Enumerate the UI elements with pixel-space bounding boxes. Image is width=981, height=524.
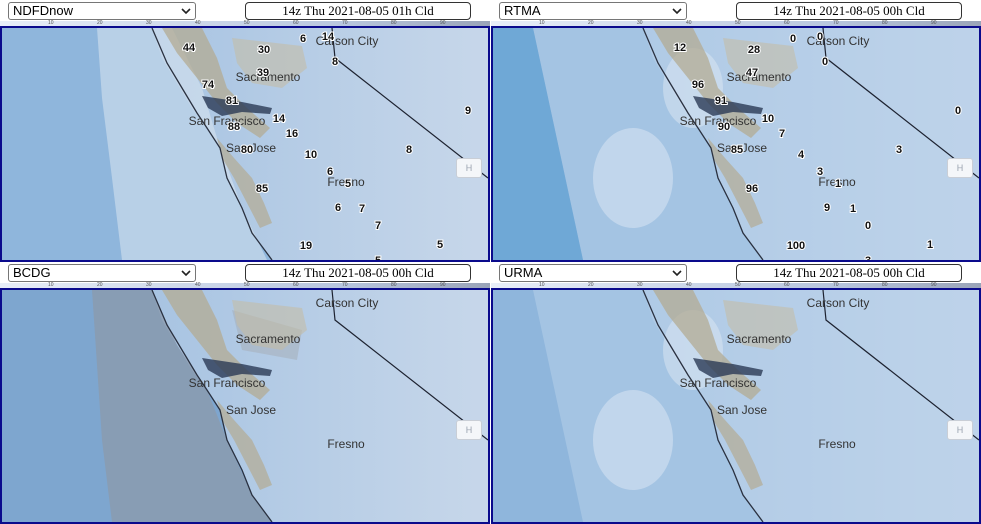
cloud-value-label: 16 xyxy=(286,128,298,140)
map-view[interactable]: Carson City Sacramento San Francisco San Jo… xyxy=(0,288,490,524)
map-view[interactable]: Carson City Sacramento San Francisco San Jo… xyxy=(491,26,981,262)
cloud-value-label: 88 xyxy=(228,121,240,133)
cloud-value-label: 96 xyxy=(746,183,758,195)
product-select[interactable]: BCDG xyxy=(8,264,196,282)
product-select[interactable]: URMA xyxy=(499,264,687,282)
cloud-value-label: 6 xyxy=(335,202,341,214)
valid-time-label: 14z Thu 2021-08-05 00h Cld xyxy=(736,2,962,20)
cloud-value-label: 100 xyxy=(787,240,805,252)
city-label: San Jose xyxy=(226,403,276,417)
city-label: San Jose xyxy=(717,403,767,417)
cloud-value-label: 6 xyxy=(300,33,306,45)
map-panel-rtma: RTMA 14z Thu 2021-08-05 00h Cld 10 20 30 40 50… xyxy=(491,0,981,262)
cloud-value-label: 7 xyxy=(375,220,381,232)
product-select-value: BCDG xyxy=(13,265,51,280)
chevron-down-icon xyxy=(181,8,191,15)
cloud-patch xyxy=(593,390,673,490)
product-select-value: URMA xyxy=(504,265,543,280)
cloud-value-label: 5 xyxy=(345,178,351,190)
cloud-value-label: 96 xyxy=(692,79,704,91)
cloud-value-label: 6 xyxy=(327,166,333,178)
cloud-value-label: 0 xyxy=(817,31,823,43)
cloud-value-label: 0 xyxy=(865,220,871,232)
panel-header: NDFDnow 14z Thu 2021-08-05 01h Cld xyxy=(0,0,490,22)
map-panel-ndfdnow: NDFDnow 14z Thu 2021-08-05 01h Cld 10 20 30 4… xyxy=(0,0,490,262)
map-canvas: Carson CitySacramentoSan FranciscoSan Jo… xyxy=(493,28,979,260)
map-canvas: Carson City Sacramento San Francisco San Jo… xyxy=(493,290,979,522)
cloud-value-label: 90 xyxy=(718,121,730,133)
valid-time-label: 14z Thu 2021-08-05 00h Cld xyxy=(245,264,471,282)
cloud-value-label: 80 xyxy=(241,144,253,156)
valid-time-label: 14z Thu 2021-08-05 01h Cld xyxy=(245,2,471,20)
city-label: Carson City xyxy=(316,296,379,310)
cloud-value-label: 14 xyxy=(322,31,335,43)
cloud-value-label: 14 xyxy=(273,113,286,125)
cloud-value-label: 9 xyxy=(824,202,830,214)
cloud-value-label: 44 xyxy=(183,42,196,54)
panel-header: URMA 14z Thu 2021-08-05 00h Cld xyxy=(491,262,981,284)
product-select[interactable]: RTMA xyxy=(499,2,687,20)
h-button[interactable]: H xyxy=(947,158,973,178)
cloud-value-label: 7 xyxy=(359,203,365,215)
map-panel-bcdg: BCDG 14z Thu 2021-08-05 00h Cld 10 20 30 40 50… xyxy=(0,262,490,524)
city-label: Fresno xyxy=(327,437,365,451)
cloud-value-label: 1 xyxy=(835,178,841,190)
cloud-value-label: 10 xyxy=(305,149,317,161)
product-select[interactable]: NDFDnow xyxy=(8,2,196,20)
cloud-patch xyxy=(593,128,673,228)
cloud-value-label: 39 xyxy=(257,67,269,79)
cloud-value-label: 3 xyxy=(896,144,902,156)
chevron-down-icon xyxy=(672,270,682,277)
product-select-value: NDFDnow xyxy=(13,3,73,18)
cloud-value-label: 10 xyxy=(762,113,774,125)
cloud-value-label: 85 xyxy=(256,183,268,195)
map-panel-urma: URMA 14z Thu 2021-08-05 00h Cld 10 20 30 40 50… xyxy=(491,262,981,524)
product-select-value: RTMA xyxy=(504,3,541,18)
map-view[interactable]: Carson City Sacramento San Francisco San Jo… xyxy=(491,288,981,524)
cloud-value-label: 5 xyxy=(375,255,381,260)
cloud-value-label: 3 xyxy=(865,255,871,260)
cloud-value-label: 0 xyxy=(790,33,796,45)
panel-header: RTMA 14z Thu 2021-08-05 00h Cld xyxy=(491,0,981,22)
h-button[interactable]: H xyxy=(456,420,482,440)
cloud-value-label: 1 xyxy=(927,239,933,251)
h-button[interactable]: H xyxy=(947,420,973,440)
city-label: San Francisco xyxy=(680,376,757,390)
chevron-down-icon xyxy=(181,270,191,277)
cloud-value-label: 30 xyxy=(258,44,270,56)
cloud-value-label: 3 xyxy=(817,166,823,178)
city-label: Sacramento xyxy=(727,332,792,346)
cloud-value-label: 85 xyxy=(731,144,743,156)
city-label: Fresno xyxy=(818,437,856,451)
cloud-value-label: 28 xyxy=(748,44,760,56)
cloud-value-label: 0 xyxy=(955,105,961,117)
cloud-value-label: 19 xyxy=(300,240,312,252)
cloud-value-label: 47 xyxy=(746,67,758,79)
city-label: San Francisco xyxy=(189,376,266,390)
cloud-value-label: 91 xyxy=(715,95,727,107)
cloud-value-label: 9 xyxy=(465,105,471,117)
map-view[interactable]: Carson City Sacramento San Francisco San Jo… xyxy=(0,26,490,262)
map-canvas: Carson City Sacramento San Francisco San Jo… xyxy=(2,290,488,522)
city-label: Sacramento xyxy=(727,70,792,84)
cloud-value-label: 7 xyxy=(779,128,785,140)
city-label: Sacramento xyxy=(236,332,301,346)
map-canvas: Carson CitySacramentoSan FranciscoSan Jo… xyxy=(2,28,488,260)
cloud-value-label: 5 xyxy=(437,239,443,251)
panel-header: BCDG 14z Thu 2021-08-05 00h Cld xyxy=(0,262,490,284)
cloud-value-label: 8 xyxy=(332,56,338,68)
city-label: Carson City xyxy=(807,296,870,310)
cloud-value-label: 4 xyxy=(798,149,805,161)
h-button[interactable]: H xyxy=(456,158,482,178)
valid-time-label: 14z Thu 2021-08-05 00h Cld xyxy=(736,264,962,282)
cloud-value-label: 81 xyxy=(226,95,238,107)
chevron-down-icon xyxy=(672,8,682,15)
cloud-value-label: 1 xyxy=(850,203,856,215)
cloud-value-label: 8 xyxy=(406,144,412,156)
cloud-value-label: 0 xyxy=(822,56,828,68)
cloud-value-label: 12 xyxy=(674,42,686,54)
cloud-value-label: 74 xyxy=(202,79,215,91)
